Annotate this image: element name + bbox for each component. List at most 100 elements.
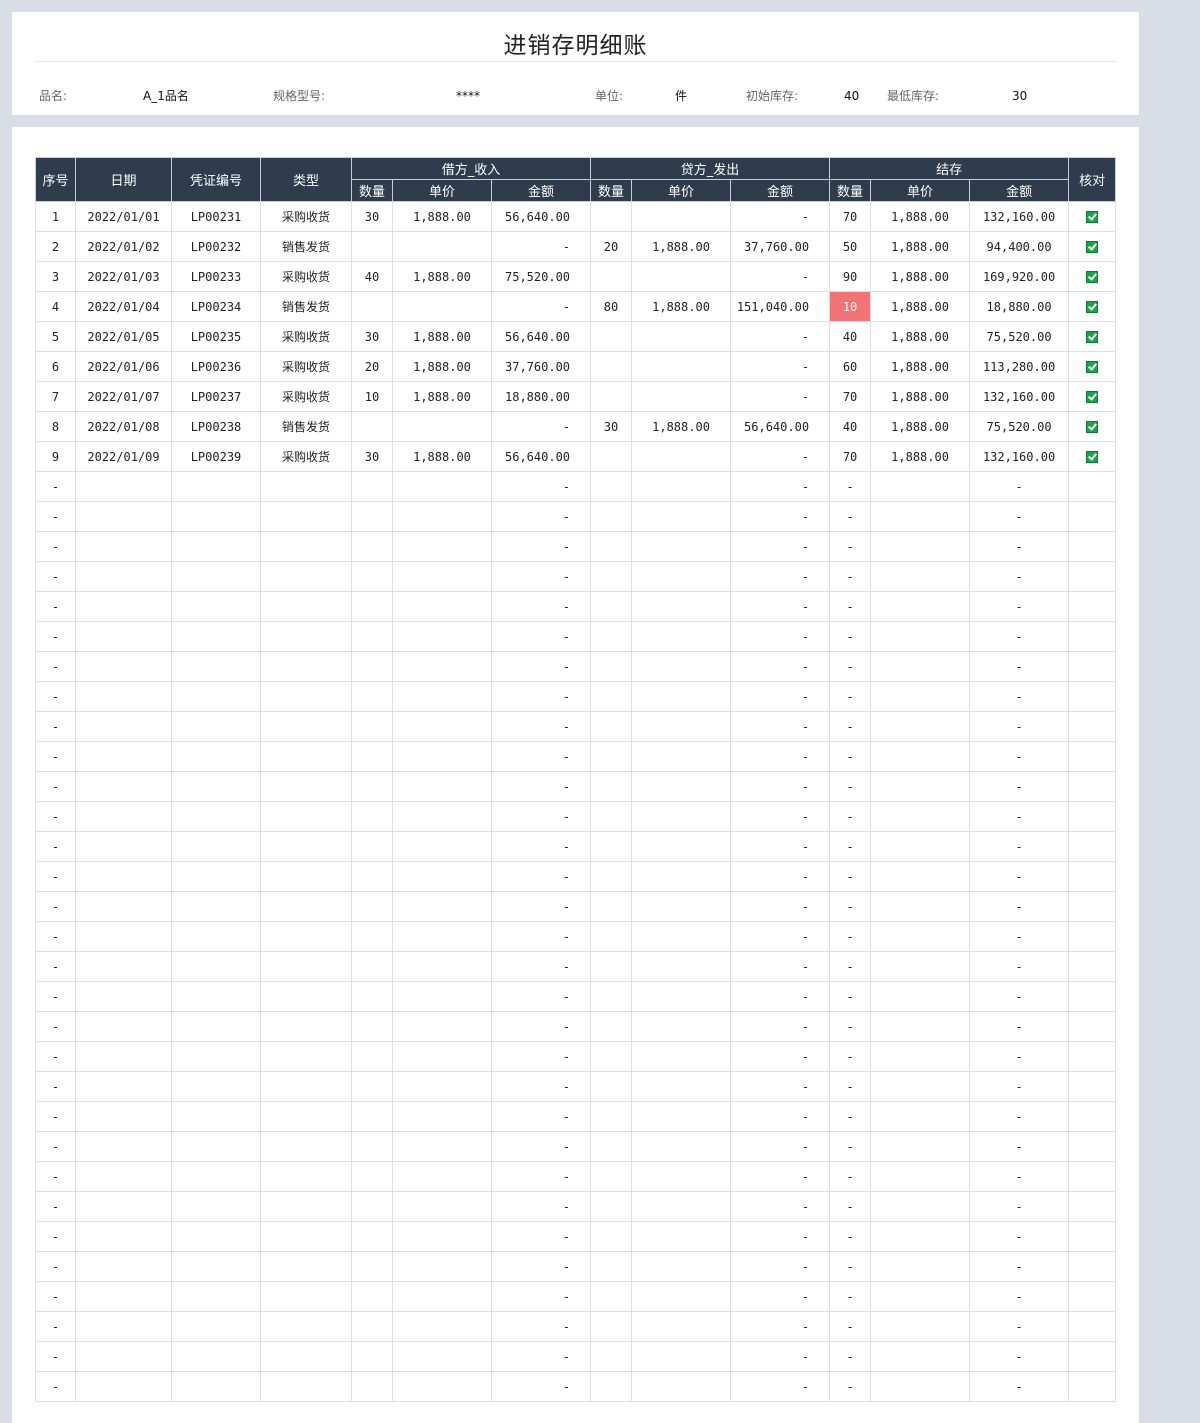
empty-cell[interactable] [1068, 1161, 1117, 1192]
empty-cell[interactable]: - [730, 951, 831, 982]
empty-cell[interactable] [351, 741, 393, 772]
seq-cell[interactable]: 5 [35, 321, 76, 352]
empty-cell[interactable] [260, 1011, 352, 1042]
empty-cell[interactable] [590, 711, 633, 742]
type-cell[interactable]: 采购收货 [260, 441, 352, 472]
empty-cell[interactable] [260, 651, 352, 682]
empty-cell[interactable]: - [730, 1341, 831, 1372]
empty-cell[interactable] [1068, 861, 1117, 892]
type-cell[interactable]: 销售发货 [260, 231, 352, 262]
check-cell[interactable] [1068, 381, 1117, 412]
empty-cell[interactable]: - [829, 1011, 872, 1042]
empty-cell[interactable] [75, 681, 172, 712]
empty-cell[interactable] [75, 1161, 172, 1192]
empty-cell[interactable] [75, 531, 172, 562]
empty-cell[interactable] [171, 1221, 261, 1252]
empty-cell[interactable] [590, 1191, 633, 1222]
empty-cell[interactable] [171, 981, 261, 1012]
empty-cell[interactable]: - [35, 1161, 76, 1192]
empty-cell[interactable] [75, 1071, 172, 1102]
empty-cell[interactable]: - [829, 531, 872, 562]
empty-cell[interactable] [631, 1191, 732, 1222]
empty-cell[interactable]: - [35, 1041, 76, 1072]
empty-cell[interactable] [171, 1251, 261, 1282]
empty-cell[interactable]: - [730, 891, 831, 922]
empty-cell[interactable]: - [35, 531, 76, 562]
min-stock-value[interactable]: 30 [1012, 88, 1027, 104]
empty-cell[interactable] [171, 1281, 261, 1312]
empty-cell[interactable]: - [35, 501, 76, 532]
empty-cell[interactable]: - [730, 1101, 831, 1132]
empty-cell[interactable] [631, 1371, 732, 1402]
empty-cell[interactable] [260, 501, 352, 532]
empty-cell[interactable]: - [490, 531, 592, 562]
in-amount-cell[interactable]: - [490, 291, 592, 322]
empty-cell[interactable] [1068, 1371, 1117, 1402]
empty-cell[interactable]: - [35, 1311, 76, 1342]
out-price-cell[interactable]: 1,888.00 [631, 231, 732, 262]
voucher-cell[interactable]: LP00238 [171, 411, 261, 442]
empty-cell[interactable] [1068, 1071, 1117, 1102]
in-qty-cell[interactable] [351, 411, 393, 442]
out-qty-cell[interactable] [590, 441, 633, 472]
in-qty-cell[interactable]: 30 [351, 201, 393, 232]
out-price-cell[interactable] [631, 201, 732, 232]
bal-price-cell[interactable]: 1,888.00 [870, 201, 971, 232]
out-qty-cell[interactable] [590, 381, 633, 412]
empty-cell[interactable] [590, 831, 633, 862]
in-price-cell[interactable]: 1,888.00 [392, 261, 492, 292]
empty-cell[interactable] [870, 921, 971, 952]
voucher-cell[interactable]: LP00231 [171, 201, 261, 232]
empty-cell[interactable] [590, 1131, 633, 1162]
out-price-cell[interactable] [631, 261, 732, 292]
empty-cell[interactable]: - [730, 681, 831, 712]
empty-cell[interactable] [392, 1161, 492, 1192]
empty-cell[interactable] [870, 741, 971, 772]
empty-cell[interactable] [631, 621, 732, 652]
bal-price-cell[interactable]: 1,888.00 [870, 381, 971, 412]
empty-cell[interactable]: - [730, 1371, 831, 1402]
empty-cell[interactable] [870, 471, 971, 502]
empty-cell[interactable]: - [969, 561, 1070, 592]
empty-cell[interactable]: - [35, 711, 76, 742]
empty-cell[interactable] [171, 921, 261, 952]
empty-cell[interactable] [631, 1041, 732, 1072]
empty-cell[interactable] [260, 591, 352, 622]
empty-cell[interactable] [1068, 1041, 1117, 1072]
empty-cell[interactable] [351, 621, 393, 652]
date-cell[interactable]: 2022/01/07 [75, 381, 172, 412]
voucher-cell[interactable]: LP00232 [171, 231, 261, 262]
empty-cell[interactable] [870, 621, 971, 652]
empty-cell[interactable] [870, 681, 971, 712]
empty-cell[interactable]: - [730, 1011, 831, 1042]
bal-amount-cell[interactable]: 169,920.00 [969, 261, 1070, 292]
checkbox-checked-icon[interactable] [1086, 331, 1099, 343]
empty-cell[interactable]: - [969, 831, 1070, 862]
empty-cell[interactable] [260, 1281, 352, 1312]
in-price-cell[interactable] [392, 411, 492, 442]
in-amount-cell[interactable]: 18,880.00 [490, 381, 592, 412]
seq-cell[interactable]: 8 [35, 411, 76, 442]
date-cell[interactable]: 2022/01/05 [75, 321, 172, 352]
date-cell[interactable]: 2022/01/02 [75, 231, 172, 262]
empty-cell[interactable] [260, 1251, 352, 1282]
empty-cell[interactable]: - [490, 1251, 592, 1282]
empty-cell[interactable]: - [969, 891, 1070, 922]
empty-cell[interactable] [392, 621, 492, 652]
empty-cell[interactable] [1068, 471, 1117, 502]
empty-cell[interactable]: - [35, 771, 76, 802]
empty-cell[interactable] [870, 1011, 971, 1042]
check-cell[interactable] [1068, 291, 1117, 322]
checkbox-checked-icon[interactable] [1086, 361, 1099, 373]
empty-cell[interactable]: - [35, 1191, 76, 1222]
empty-cell[interactable]: - [730, 651, 831, 682]
checkbox-checked-icon[interactable] [1086, 421, 1099, 433]
type-cell[interactable]: 采购收货 [260, 381, 352, 412]
empty-cell[interactable]: - [969, 711, 1070, 742]
empty-cell[interactable] [590, 1371, 633, 1402]
empty-cell[interactable] [260, 1311, 352, 1342]
empty-cell[interactable]: - [969, 861, 1070, 892]
empty-cell[interactable] [631, 861, 732, 892]
out-amount-cell[interactable]: - [730, 261, 831, 292]
empty-cell[interactable]: - [730, 861, 831, 892]
